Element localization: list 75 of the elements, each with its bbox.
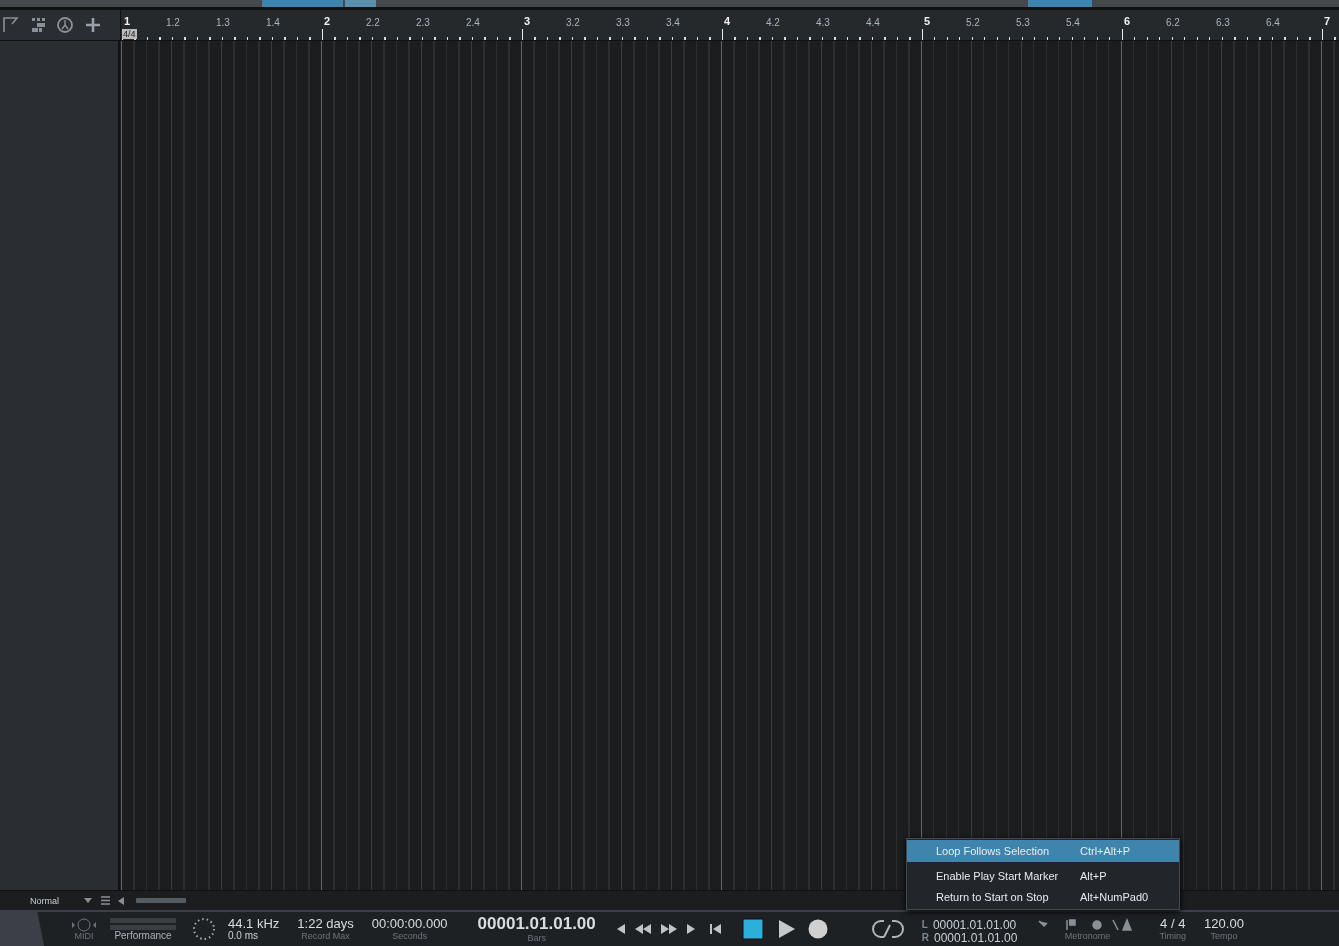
bars-label: Bars — [527, 933, 546, 943]
ruler-label: 5 — [924, 15, 931, 27]
clock-icon[interactable] — [56, 16, 74, 34]
scrollbar-thumb[interactable] — [136, 898, 186, 903]
performance-label: Performance — [114, 931, 172, 941]
ruler-label: 4.2 — [766, 17, 780, 28]
ruler-label: 2 — [324, 15, 331, 27]
ruler-label: 6 — [1124, 15, 1131, 27]
previous-marker-button[interactable] — [615, 923, 626, 935]
record-button[interactable] — [807, 919, 828, 939]
ruler-label: 2.2 — [366, 17, 380, 28]
midi-label: MIDI — [74, 931, 94, 941]
play-button[interactable] — [777, 919, 796, 939]
ruler-label: 3.4 — [666, 17, 680, 28]
left-locator-tag: L — [921, 918, 928, 932]
timeline-ruler[interactable]: 1 1.2 1.3 1.4 2 2.2 2.3 2.4 3 3.2 3.3 3.4 4 4.2 4.3 4.4 5 5.2 5.3 5.4 6 6.2 6.3 6.4 7 4/4 — [121, 10, 1339, 40]
scroll-left-icon[interactable] — [118, 896, 126, 905]
right-locator-value[interactable]: 00001.01.01.00 — [934, 931, 1018, 945]
loop-button[interactable] — [871, 918, 904, 940]
seconds-value: 00:00:00.000 — [371, 917, 448, 932]
return-to-zero-button[interactable] — [709, 923, 722, 935]
ruler-label: 1 — [124, 15, 131, 27]
grid-icon[interactable] — [30, 17, 46, 33]
ruler-label: 5.2 — [966, 17, 980, 28]
stop-button[interactable] — [741, 918, 764, 940]
record-max-label: Record Max — [301, 931, 350, 941]
tempo-value[interactable]: 120.00 — [1204, 917, 1244, 932]
performance-meter — [110, 925, 176, 930]
ruler-label: 4.4 — [866, 17, 880, 28]
logo-panel — [0, 912, 44, 946]
performance-meter — [110, 918, 176, 923]
tempo-label: Tempo — [1210, 931, 1238, 941]
ruler-label: 5.4 — [1066, 17, 1080, 28]
time-signature: 4/4 — [122, 29, 137, 39]
caret-icon — [84, 898, 92, 903]
metronome-label: Metronome — [1064, 931, 1111, 941]
plus-icon[interactable] — [84, 16, 102, 34]
record-max-value: 1:22 days — [297, 917, 354, 932]
midi-icon[interactable] — [70, 917, 98, 932]
ruler-label: 3.3 — [616, 17, 630, 28]
sample-rate: 44.1 kHz — [228, 916, 280, 931]
next-marker-button[interactable] — [685, 923, 696, 935]
right-locator-tag: R — [921, 931, 929, 945]
ruler-label: 3.2 — [566, 17, 580, 28]
seconds-label: Seconds — [392, 931, 428, 941]
ruler-label: 6.2 — [1166, 17, 1180, 28]
ruler-label: 4.3 — [816, 17, 830, 28]
ruler-label: 2.3 — [416, 17, 430, 28]
left-locator-value[interactable]: 00001.01.01.00 — [932, 918, 1017, 932]
menu-item[interactable]: Return to Start on Stop Alt+NumPad0 — [907, 886, 1179, 907]
ruler-label: 6.4 — [1266, 17, 1280, 28]
ruler-label: 1.2 — [166, 17, 180, 28]
rewind-button[interactable] — [633, 923, 652, 935]
zoom-dropdown[interactable]: Normal — [8, 892, 96, 909]
timing-value[interactable]: 4 / 4 — [1160, 917, 1186, 932]
flag-icon[interactable] — [2, 16, 20, 34]
ruler-label: 2.4 — [466, 17, 480, 28]
ruler-label: 1.3 — [216, 17, 230, 28]
menu-item[interactable]: Loop Follows Selection Ctrl+Alt+P — [907, 840, 1179, 862]
latency: 0.0 ms — [228, 931, 258, 942]
overview-highlight — [345, 0, 376, 7]
ruler-label: 4 — [724, 15, 731, 27]
activity-indicator-icon[interactable] — [192, 917, 216, 941]
overview-highlight — [1028, 0, 1092, 7]
menu-icon[interactable] — [101, 896, 111, 905]
ruler-label: 7 — [1324, 15, 1331, 27]
timing-label: Timing — [1159, 931, 1187, 941]
ruler-label: 6.3 — [1216, 17, 1230, 28]
ruler-label: 1.4 — [266, 17, 280, 28]
ruler-label: 3 — [524, 15, 531, 27]
overview-bar[interactable] — [0, 0, 1339, 10]
fast-forward-button[interactable] — [659, 923, 678, 935]
bars-value: 00001.01.01.00 — [477, 915, 596, 934]
menu-item[interactable]: Enable Play Start Marker Alt+P — [907, 865, 1179, 886]
ruler-label: 5.3 — [1016, 17, 1030, 28]
